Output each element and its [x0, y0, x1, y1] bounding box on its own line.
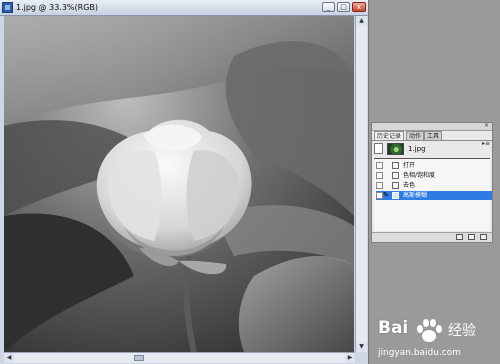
new-snapshot-icon[interactable]: [468, 234, 475, 240]
scroll-up-icon[interactable]: ▲: [356, 16, 367, 26]
watermark-url: jingyan.baidu.com: [378, 348, 462, 358]
history-step-label: 色相/饱和度: [403, 172, 436, 179]
history-step-label: 打开: [403, 162, 416, 169]
document-step-icon: [392, 162, 399, 169]
panel-grip[interactable]: ×: [372, 123, 492, 131]
history-list: 打开 色相/饱和度 去色 ✎ 高斯模糊: [374, 159, 492, 231]
history-step-open[interactable]: 打开: [376, 161, 492, 170]
tab-actions[interactable]: 动作: [406, 131, 425, 140]
baidu-paw-icon: [417, 319, 442, 342]
document-titlebar[interactable]: 1.jpg @ 33.3%(RGB) _ □ x: [0, 0, 368, 16]
delete-state-icon[interactable]: [480, 234, 487, 240]
history-source-checkbox[interactable]: [376, 172, 383, 179]
tab-history[interactable]: 历史记录: [374, 131, 405, 140]
image-canvas[interactable]: [4, 16, 354, 352]
adjustment-step-icon: [392, 172, 399, 179]
tab-tools[interactable]: 工具: [424, 131, 443, 140]
history-source-checkbox[interactable]: [376, 192, 383, 199]
vertical-scrollbar[interactable]: ▲ ▼: [355, 16, 367, 352]
history-brush-icon: ✎: [383, 191, 389, 199]
watermark-suffix: 经验: [448, 323, 476, 339]
panel-tabs: 历史记录 动作 工具 ▸≡: [372, 131, 492, 147]
horizontal-scroll-thumb[interactable]: [134, 355, 144, 361]
adjustment-step-icon: [392, 182, 399, 189]
scroll-down-icon[interactable]: ▼: [356, 342, 367, 352]
history-step-desaturate[interactable]: 去色: [376, 181, 492, 190]
document-window: 1.jpg @ 33.3%(RGB) _ □ x ▲ ▼ ◀ ▶: [0, 0, 368, 364]
history-source-checkbox[interactable]: [376, 182, 383, 189]
maximize-button[interactable]: □: [337, 2, 350, 12]
history-step-label: 去色: [403, 182, 416, 189]
minimize-button[interactable]: _: [322, 2, 335, 12]
new-document-from-state-icon[interactable]: [456, 234, 463, 240]
horizontal-scrollbar[interactable]: ◀ ▶: [4, 352, 355, 363]
history-step-label: 高斯模糊: [403, 192, 428, 199]
history-step-hue-saturation[interactable]: 色相/饱和度: [376, 171, 492, 180]
baidu-jingyan-watermark: Bai 经验 jingyan.baidu.com: [378, 312, 498, 360]
scroll-left-icon[interactable]: ◀: [4, 353, 14, 363]
panel-close-icon[interactable]: ×: [484, 123, 490, 129]
status-bar: [0, 352, 4, 364]
lotus-photo: [4, 16, 354, 352]
snapshot-label: 1.jpg: [408, 145, 426, 153]
history-source-checkbox[interactable]: [376, 162, 383, 169]
snapshot-source-checkbox[interactable]: [374, 143, 383, 154]
history-panel: × 历史记录 动作 工具 ▸≡ 1.jpg 打开 色相/饱和度 去色 ✎ 高斯模…: [371, 122, 493, 243]
scroll-right-icon[interactable]: ▶: [345, 353, 355, 363]
history-step-gaussian-blur[interactable]: ✎ 高斯模糊: [376, 191, 492, 200]
close-button[interactable]: x: [352, 2, 366, 12]
watermark-brand: Bai: [378, 318, 409, 338]
panel-footer: [372, 232, 492, 242]
filter-step-icon: [392, 192, 399, 199]
history-snapshot[interactable]: 1.jpg: [374, 142, 490, 157]
snapshot-thumbnail: [387, 143, 404, 155]
photoshop-document-icon: [2, 2, 13, 13]
document-title: 1.jpg @ 33.3%(RGB): [16, 3, 98, 12]
